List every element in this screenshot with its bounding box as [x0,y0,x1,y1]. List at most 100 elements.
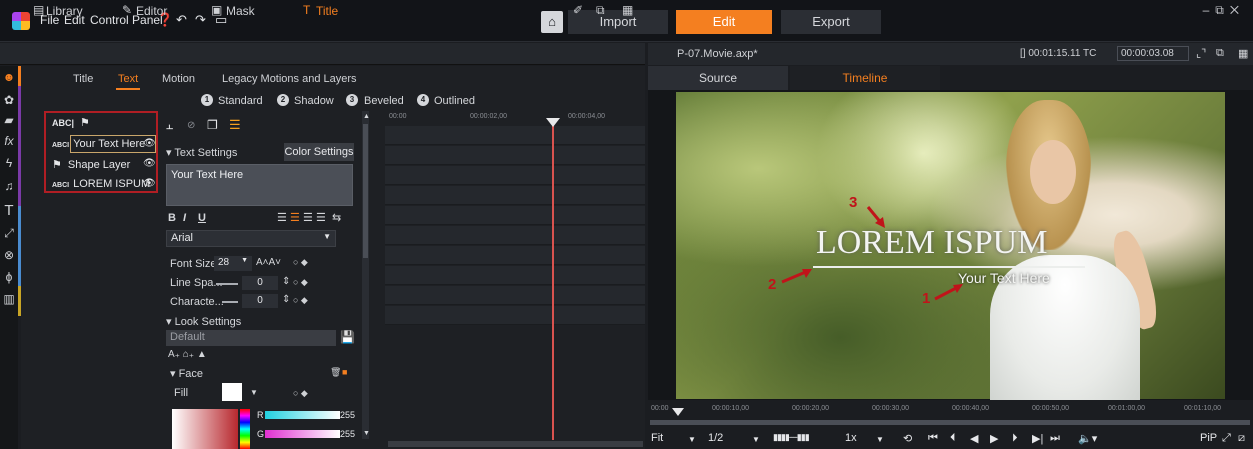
play-icon[interactable]: ▶ [990,432,998,445]
rail-fx-icon[interactable]: fx [0,134,18,148]
maximize-icon[interactable]: ⧉ [1215,3,1230,17]
tab-export[interactable]: Export [781,10,881,34]
split-icon[interactable]: ▦ [622,3,633,17]
fullscreen-icon[interactable]: ⤢ [1222,432,1231,445]
hue-slider[interactable] [240,409,250,449]
tab-motion[interactable]: Motion [162,73,195,85]
preset-outlined[interactable]: Outlined [434,95,475,107]
add-look-icon[interactable]: A₊ ⌂₊ ▲ [168,349,207,360]
chevron-down-icon[interactable]: ▼ [876,435,884,444]
home-icon[interactable]: ⌂ [541,11,563,33]
align-right-icon[interactable]: ☰ [303,211,313,224]
dual-view-icon[interactable]: ▦ [1238,47,1248,60]
text-content-field[interactable]: Your Text Here [166,164,353,206]
preset-standard[interactable]: Standard [218,95,263,107]
resolution-dropdown[interactable]: 1/2 [708,432,723,444]
rail-home-icon[interactable]: ☻ [0,70,18,84]
float-preview-icon[interactable]: ⧉ [1216,47,1224,60]
red-value[interactable]: 255 [340,410,355,420]
rail-clips-icon[interactable]: ▰ [0,113,18,127]
next-frame-icon[interactable]: ⏵ [1012,432,1018,445]
link-icon[interactable]: ⊘ [187,120,195,131]
add-text-layer-button[interactable]: ABC| [52,118,74,128]
timeline-track[interactable] [385,206,645,225]
visibility-icon[interactable]: 👁 [143,138,156,149]
rail-title-icon[interactable]: T [0,202,18,219]
tab-editor[interactable]: Editor [136,4,167,18]
minimize-icon[interactable]: – [1203,3,1216,17]
text-settings-header[interactable]: ▾ Text Settings [166,146,237,159]
zoom-fit-dropdown[interactable]: Fit [651,432,663,444]
layer-item[interactable]: ABCI Your Text Here [52,138,145,150]
keyframe-icon[interactable]: ○ ◆ [293,277,308,288]
timeline-track[interactable] [385,286,645,305]
align-left-icon[interactable]: ☰ [277,211,287,224]
color-settings-button[interactable]: Color Settings [284,143,354,161]
tab-title-settings[interactable]: Title [73,73,93,85]
close-icon[interactable]: ✕ [1230,3,1245,17]
timeline-track[interactable] [385,166,645,185]
chevron-down-icon[interactable]: ▼ [688,435,696,444]
rail-audio-icon[interactable]: ♫ [0,179,18,193]
green-slider[interactable] [265,430,340,438]
rail-transition-icon[interactable]: ϟ [0,156,18,170]
keyframe-icon[interactable]: ○ ◆ [293,388,308,399]
line-spacing-slider[interactable] [216,283,238,285]
tab-title[interactable]: Title [316,4,338,18]
go-to-start-icon[interactable]: ⏮ [928,432,938,445]
tab-text[interactable]: Text [118,73,138,85]
align-icon[interactable]: ⫠ [166,118,173,133]
spinner-icon[interactable]: ⇕ [282,294,290,305]
char-spacing-input[interactable]: 0 [242,294,278,308]
shuttle-slider[interactable]: ▮▮▮▮----▮▮▮ [773,432,810,443]
text-direction-icon[interactable]: ⇆ [332,211,341,224]
tab-edit[interactable]: Edit [676,10,772,34]
red-slider[interactable] [265,411,340,419]
layer-item[interactable]: ⚑ Shape Layer [52,158,130,171]
line-spacing-input[interactable]: 0 [242,276,278,290]
tab-library[interactable]: Library [46,4,83,18]
playhead-line[interactable] [552,118,554,440]
loop-icon[interactable]: ⟲ [903,432,912,445]
timeline-hscroll[interactable] [388,441,643,447]
underline-button[interactable]: U [198,212,206,224]
keyframe-icon[interactable]: ○ ◆ [293,257,308,268]
spinner-icon[interactable]: ⇕ [282,276,290,287]
scroll-down-icon[interactable]: ▼ [363,430,370,437]
face-header[interactable]: ▾ Face [170,367,203,380]
scrubber-bar[interactable] [650,420,1250,425]
preset-shadow[interactable]: Shadow [294,95,334,107]
fill-color-swatch[interactable] [222,383,242,401]
face-color-icon[interactable]: ■ [342,367,347,377]
bold-button[interactable]: B [168,212,176,224]
visibility-icon[interactable]: 👁 [143,178,156,189]
char-spacing-slider[interactable] [222,301,238,303]
timeline-track[interactable] [385,246,645,265]
pip-button[interactable]: PiP [1200,432,1217,444]
rail-media-icon[interactable]: ✿ [0,93,18,107]
font-size-up-icon[interactable]: A˄A˅ [256,257,281,268]
rail-mask-icon[interactable]: ⊗ [0,248,18,262]
copy-icon[interactable]: ❐ [207,118,218,132]
color-picker-square[interactable] [172,409,238,449]
preset-beveled[interactable]: Beveled [364,95,404,107]
playhead-handle[interactable] [546,118,560,127]
scrollbar-thumb[interactable] [363,124,368,258]
fast-forward-icon[interactable]: ▶| [1032,432,1043,445]
save-look-icon[interactable]: 💾 [340,330,355,344]
layer-item[interactable]: ABCI LOREM ISPUM [52,178,150,190]
crop-icon[interactable]: ⧄ [1238,432,1245,445]
look-settings-header[interactable]: ▾ Look Settings [166,315,241,328]
chevron-down-icon[interactable]: ▼ [752,435,760,444]
rail-sync-icon[interactable]: ϕ [0,270,18,284]
rail-motion-icon[interactable]: ⤢ [0,226,18,241]
timeline-track[interactable] [385,126,645,145]
tab-source[interactable]: Source [648,66,788,90]
font-size-dropdown[interactable]: 28 ▼ [214,256,252,271]
align-center-icon[interactable]: ☰ [290,211,300,224]
tab-legacy[interactable]: Legacy Motions and Layers [222,73,357,85]
speed-dropdown[interactable]: 1x [845,432,857,444]
scrubber-handle[interactable] [672,408,684,416]
timeline-track[interactable] [385,186,645,205]
keyframe-icon[interactable]: ○ ◆ [293,295,308,306]
